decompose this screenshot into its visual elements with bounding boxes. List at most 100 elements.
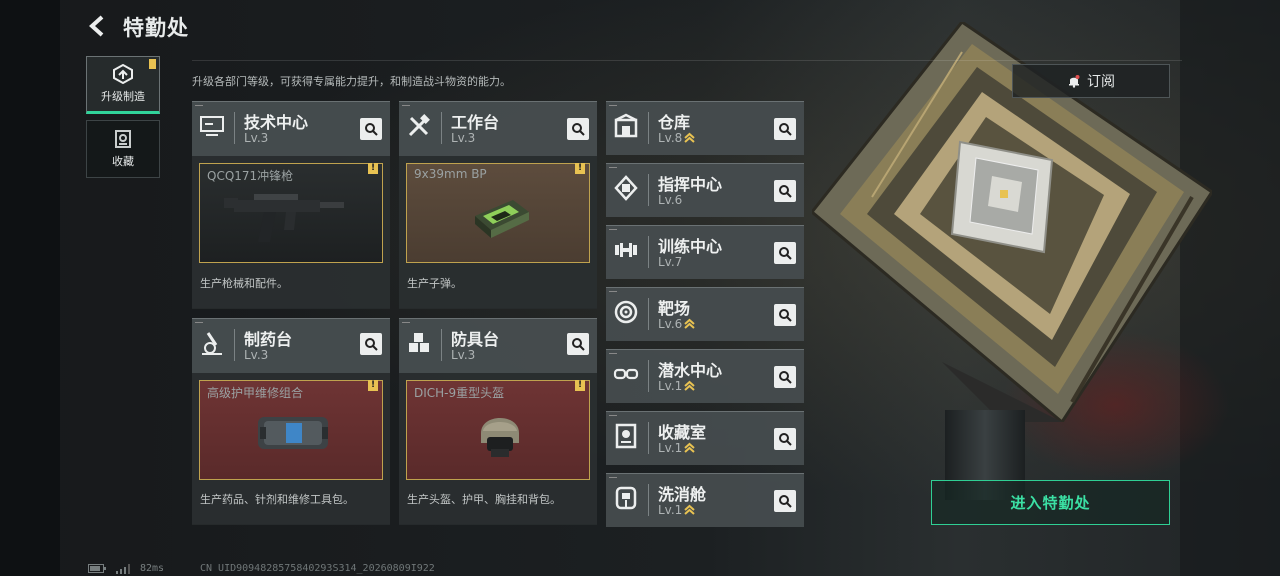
subscribe-label: 订阅: [1087, 74, 1115, 90]
facility-level: Lv.6: [658, 317, 695, 331]
search-button[interactable]: [774, 490, 796, 512]
corner-tick: [609, 477, 617, 478]
smg-image: [224, 194, 344, 242]
divider: [648, 484, 649, 516]
search-button[interactable]: [774, 180, 796, 202]
corner-tick: [195, 322, 203, 323]
divider: [234, 329, 235, 361]
notification-badge: [149, 59, 156, 69]
facility-card-trophy-case[interactable]: 收藏室 Lv.1: [606, 411, 804, 465]
search-button[interactable]: [774, 118, 796, 140]
facility-name: 工作台: [451, 113, 500, 132]
search-icon: [572, 338, 585, 351]
product-slot[interactable]: ! 9x39mm BP: [406, 163, 590, 263]
level-text: Lv.6: [658, 317, 683, 331]
page-title: 特勤处: [123, 16, 189, 40]
facility-level: Lv.1: [658, 503, 695, 517]
divider: [648, 360, 649, 392]
search-button[interactable]: [774, 242, 796, 264]
facility-card-decon-suit[interactable]: 洗消舱 Lv.1: [606, 473, 804, 527]
card-body: ! DICH-9重型头盔 生产头盔、护甲、胸挂和背包。: [399, 373, 597, 525]
armor-blocks-icon: [409, 333, 429, 352]
alert-badge: !: [368, 163, 378, 174]
product-description: 生产枪械和配件。: [200, 277, 288, 290]
facility-level: Lv.3: [451, 131, 476, 145]
product-description: 生产子弹。: [407, 277, 462, 290]
search-icon: [365, 338, 378, 351]
product-name: QCQ171冲锋枪: [207, 169, 294, 183]
facility-card-diving-goggles[interactable]: 潜水中心 Lv.1: [606, 349, 804, 403]
alert-badge: !: [575, 380, 585, 391]
product-name: 9x39mm BP: [414, 167, 487, 181]
facility-card-armor-bench[interactable]: 防具台 Lv.3 ! DICH-9重型头盔 生产头盔、护甲、胸挂和背包。: [399, 318, 597, 525]
card-header: 防具台 Lv.3: [399, 319, 597, 373]
page-subtitle: 升级各部门等级，可获得专属能力提升，和制造战斗物资的能力。: [192, 75, 511, 88]
corner-tick: [609, 353, 617, 354]
tab-label: 收藏: [112, 155, 134, 168]
search-button[interactable]: [774, 304, 796, 326]
diving-goggles-icon: [613, 368, 639, 380]
back-arrow-icon[interactable]: [86, 14, 110, 38]
tools-icon: [408, 114, 430, 137]
facility-card-warehouse[interactable]: 仓库 Lv.8: [606, 101, 804, 155]
armor-repair-kit-image: [258, 417, 328, 449]
search-button[interactable]: [774, 428, 796, 450]
facility-card-command-chip[interactable]: 指挥中心 Lv.6: [606, 163, 804, 217]
divider: [441, 329, 442, 361]
search-icon: [779, 247, 792, 260]
trophy-case-icon: [615, 423, 637, 449]
search-icon: [779, 185, 792, 198]
facility-level: Lv.1: [658, 379, 695, 393]
collection-icon: [115, 130, 131, 148]
search-icon: [779, 433, 792, 446]
decon-suit-icon: [615, 486, 637, 510]
product-name: 高级护甲维修组合: [207, 386, 304, 400]
search-button[interactable]: [360, 118, 382, 140]
facility-card-target[interactable]: 靶场 Lv.6: [606, 287, 804, 341]
search-icon: [779, 371, 792, 384]
tab-label: 升级制造: [101, 90, 145, 103]
level-text: Lv.6: [658, 193, 683, 207]
subscribe-button[interactable]: 订阅: [1012, 64, 1170, 98]
facility-name: 洗消舱: [658, 485, 707, 504]
facility-card-dumbbell[interactable]: 训练中心 Lv.7: [606, 225, 804, 279]
product-description: 生产头盔、护甲、胸挂和背包。: [407, 493, 561, 506]
dumbbell-icon: [615, 243, 637, 257]
signal-icon: [116, 563, 130, 574]
product-slot[interactable]: ! QCQ171冲锋枪: [199, 163, 383, 263]
search-icon: [572, 123, 585, 136]
facility-name: 制药台: [244, 330, 293, 349]
search-button[interactable]: [567, 118, 589, 140]
facility-name: 防具台: [451, 330, 500, 349]
facility-level: Lv.3: [244, 131, 269, 145]
search-button[interactable]: [567, 333, 589, 355]
facility-name: 训练中心: [658, 237, 723, 256]
facility-level: Lv.6: [658, 193, 682, 207]
card-header: 技术中心 Lv.3: [192, 102, 390, 156]
tab-collection[interactable]: 收藏: [86, 120, 160, 178]
facility-level: Lv.3: [244, 348, 269, 362]
facility-card-tech-center[interactable]: 技术中心 Lv.3 ! QCQ171冲锋枪 生产枪械和配件。: [192, 101, 390, 309]
enter-special-ops-button[interactable]: 进入特勤处: [931, 480, 1170, 525]
search-button[interactable]: [774, 366, 796, 388]
tab-upgrade-craft[interactable]: 升级制造: [86, 56, 160, 114]
product-description: 生产药品、针剂和维修工具包。: [200, 493, 354, 506]
facility-card-pharmacy[interactable]: 制药台 Lv.3 ! 高级护甲维修组合 生产药品、针剂和维修工具包。: [192, 318, 390, 525]
search-icon: [779, 123, 792, 136]
divider: [648, 236, 649, 268]
divider: [441, 112, 442, 144]
search-icon: [365, 123, 378, 136]
microscope-icon: [202, 332, 222, 355]
facility-name: 靶场: [658, 299, 691, 318]
facility-card-workbench[interactable]: 工作台 Lv.3 ! 9x39mm BP 生产子弹。: [399, 101, 597, 309]
search-button[interactable]: [360, 333, 382, 355]
upgrade-available-icon: [684, 442, 695, 453]
divider: [648, 112, 649, 144]
level-text: Lv.1: [658, 379, 683, 393]
product-slot[interactable]: ! 高级护甲维修组合: [199, 380, 383, 480]
product-slot[interactable]: ! DICH-9重型头盔: [406, 380, 590, 480]
level-text: Lv.8: [658, 131, 683, 145]
facility-name: 技术中心: [244, 113, 309, 132]
battery-icon: [88, 564, 106, 573]
corner-tick: [609, 229, 617, 230]
